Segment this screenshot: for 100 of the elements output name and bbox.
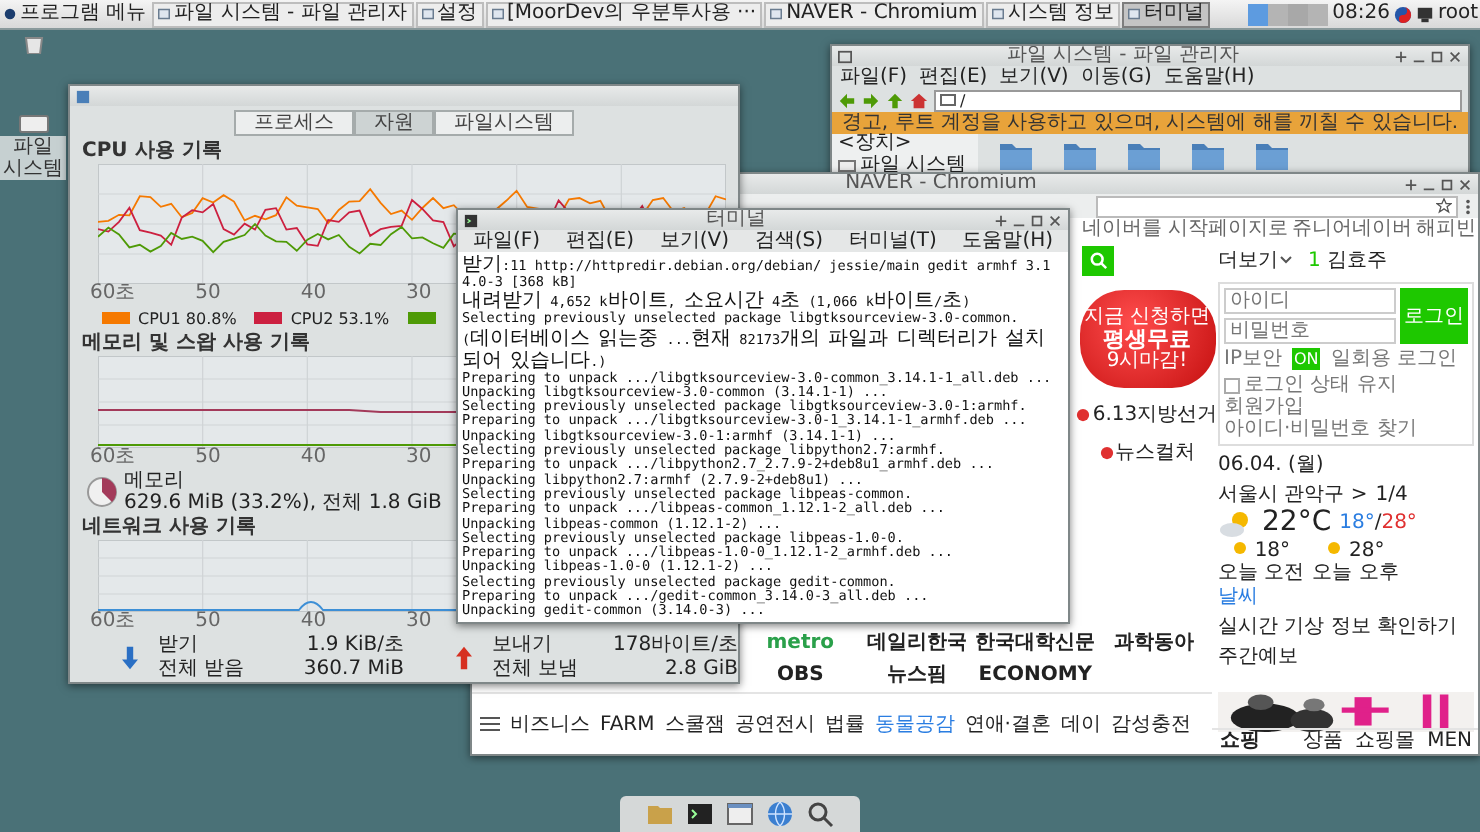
menu-icon[interactable] [480,716,500,732]
maximize-icon[interactable] [1030,213,1044,227]
menu-item[interactable]: 터미널(T) [848,230,937,252]
menu-item[interactable]: 도움말(H) [962,230,1054,252]
theme-tab[interactable]: 공연전시 [734,713,815,735]
legend-swatch[interactable] [102,312,130,324]
press-logo[interactable]: 뉴스핌 [886,664,947,687]
address-field[interactable] [1096,195,1458,217]
taskbar-button[interactable]: 시스템 정보 [985,1,1120,27]
menu-item[interactable]: 파일(F) [472,230,540,252]
id-field[interactable]: 아이디 [1224,288,1396,314]
top-link[interactable]: 네이버를 시작페이지로 [1081,218,1288,242]
taskbar-button[interactable]: 터미널 [1121,1,1210,27]
press-logo[interactable]: OBS [777,664,824,687]
weekly-forecast-link[interactable]: 주간예보 [1218,646,1298,668]
folder-icon[interactable] [1254,140,1290,172]
dot-icon [1076,408,1091,422]
folder-icon[interactable] [1190,140,1226,172]
folder-icon[interactable] [998,140,1034,172]
press-link[interactable]: 뉴스컬처 [1099,442,1195,464]
tab[interactable]: 파일시스템 [434,110,574,136]
search-icon[interactable] [806,800,834,828]
signup-link[interactable]: 회원가입 [1224,396,1304,418]
window-icon [158,8,171,20]
star-icon[interactable] [1436,198,1452,214]
home-icon[interactable] [910,91,928,109]
shopping-tab[interactable]: 쇼핑몰 [1355,730,1416,752]
computer-icon [940,94,956,106]
weather-location[interactable]: 서울시 관악구 > [1218,484,1368,506]
theme-tab[interactable]: 동물공감 [874,713,955,735]
taskbar-button[interactable]: 파일 시스템 - 파일 관리자 [152,1,414,27]
weather-link-label[interactable]: 날씨 [1218,586,1258,608]
menu-icon[interactable] [1464,197,1472,215]
folder-icon[interactable] [1062,140,1098,172]
menu-item[interactable]: 편집(E) [919,66,988,88]
one-time-login-link[interactable]: 일회용 로그인 [1330,348,1457,370]
close-icon[interactable] [1048,213,1062,227]
keep-login-label[interactable]: 로그인 상태 유지 [1244,374,1397,396]
legend-swatch[interactable] [407,312,436,324]
menu-item[interactable]: 이동(G) [1080,66,1152,88]
drive-icon[interactable] [17,110,49,134]
menu-item[interactable]: 보기(V) [659,230,730,252]
press-logo[interactable]: 한국대학신문 [975,631,1096,654]
theme-tab[interactable]: FARM [600,713,655,735]
close-icon[interactable] [1458,177,1472,191]
tab[interactable]: 프로세스 [234,110,354,136]
axis-tick-label: 50 [195,284,221,304]
password-field[interactable]: 비밀번호 [1224,318,1396,344]
top-link[interactable]: 해피빈 [1416,218,1476,242]
more-menu[interactable]: 더보기 [1218,249,1292,271]
press-logo[interactable]: 데일리한국 [866,631,967,654]
menu-item[interactable]: 편집(E) [565,230,634,252]
theme-tab[interactable]: 감성충전 [1110,713,1191,735]
press-logo[interactable]: ECONOMY [978,664,1093,687]
theme-tab[interactable]: 연애·결혼 [964,713,1051,735]
maximize-icon[interactable] [1430,49,1444,63]
applications-menu-button[interactable]: 프로그램 메뉴 [0,1,151,27]
yin-yang-icon[interactable] [1393,5,1412,23]
back-arrow-icon[interactable] [838,91,856,109]
theme-tab[interactable]: 데이 [1060,713,1101,735]
terminal-icon[interactable] [686,800,714,828]
weather-link[interactable]: 실시간 기상 정보 확인하기 [1218,616,1458,638]
keep-login-checkbox[interactable] [1224,377,1240,393]
election-link[interactable]: 6.13지방선거 [1076,404,1218,426]
path-field[interactable]: / [934,89,1462,111]
current-temperature: 22°C [1262,508,1332,538]
shopping-tab[interactable]: MEN [1427,730,1472,752]
window-icon[interactable] [726,800,754,828]
top-link[interactable]: 쥬니어네이버 [1292,218,1412,242]
trending-keyword[interactable]: 1 김효주 [1308,249,1387,271]
find-account-link[interactable]: 아이디·비밀번호 찾기 [1224,418,1417,440]
taskbar-button[interactable]: NAVER - Chromium [764,1,984,27]
menu-item[interactable]: 파일(F) [840,66,908,88]
folder-icon[interactable] [1126,140,1162,172]
theme-tab[interactable]: 비즈니스 [510,713,590,735]
shopping-tab[interactable]: 상품 [1303,730,1344,752]
close-icon[interactable] [1448,49,1462,63]
menu-item[interactable]: 검색(S) [754,230,824,252]
pin-icon[interactable] [1404,177,1418,191]
tab[interactable]: 자원 [354,110,434,136]
legend-swatch[interactable] [254,312,283,324]
taskbar-button[interactable]: 설정 [415,1,484,27]
pin-icon[interactable] [994,213,1008,227]
theme-tab[interactable]: 스쿨잼 [664,713,725,735]
globe-icon[interactable] [766,800,794,828]
desktop-icon-label[interactable]: 파일 시스템 [0,136,66,180]
trash-icon[interactable] [21,34,45,54]
pin-icon[interactable] [1394,49,1408,63]
forward-arrow-icon[interactable] [862,91,880,109]
menu-item[interactable]: 보기(V) [999,66,1069,88]
sidebar-item[interactable]: 파일 시스템 [838,155,978,176]
ad-badge[interactable]: 지금 신청하면 평생무료 9시마감! [1079,290,1215,388]
up-arrow-icon[interactable] [886,91,904,109]
axis-tick-label: 50 [195,448,221,468]
menu-item[interactable]: 도움말(H) [1163,66,1255,88]
workspace-pager[interactable] [1248,3,1329,25]
press-logo[interactable]: 과학동아 [1113,631,1194,654]
maximize-icon[interactable] [1440,177,1454,191]
theme-tab[interactable]: 법률 [824,713,865,735]
taskbar-button[interactable]: [MoorDev의 우분투사용 ··· [485,1,763,27]
